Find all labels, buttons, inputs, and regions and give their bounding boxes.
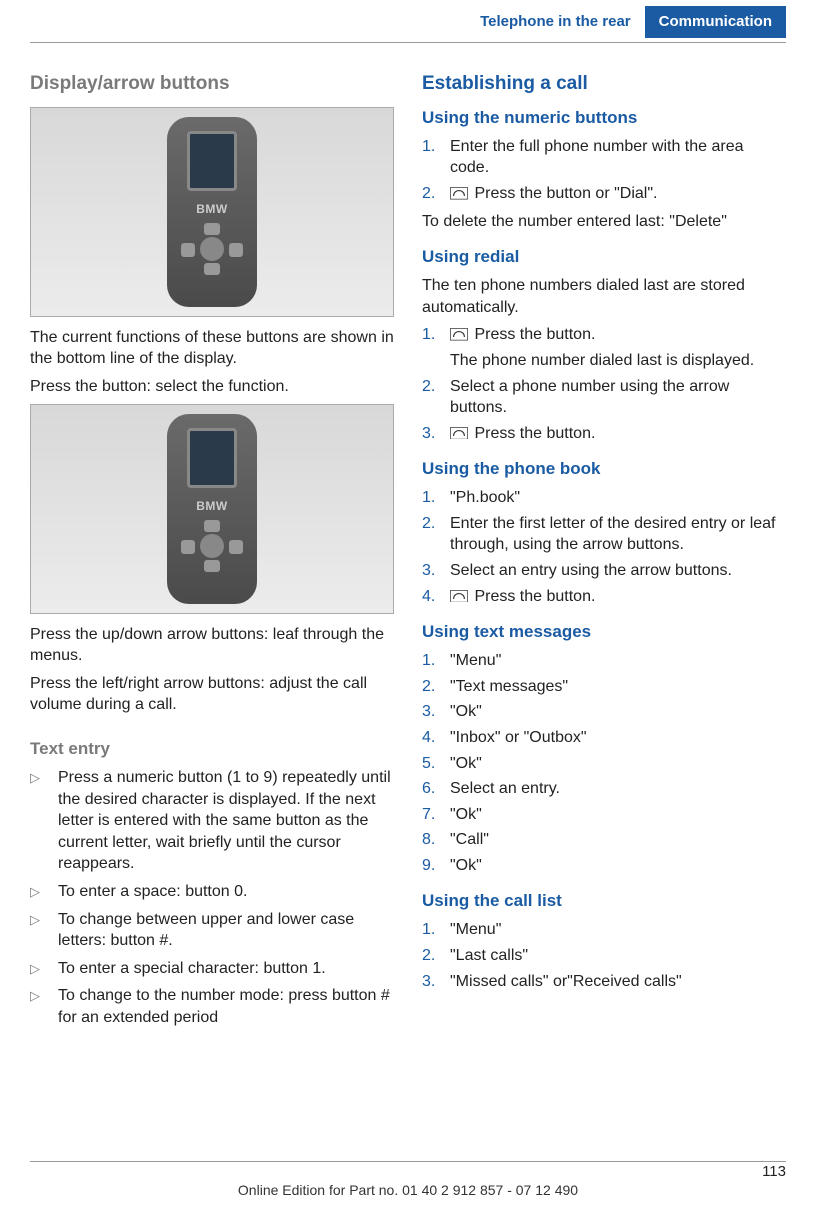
list-item: 1."Menu" bbox=[422, 650, 786, 672]
phone-device: BMW bbox=[167, 117, 257, 307]
left-column: Display/arrow buttons BMW The current fu… bbox=[30, 71, 394, 1034]
header-tab-section: Telephone in the rear bbox=[466, 6, 645, 38]
content: Display/arrow buttons BMW The current fu… bbox=[0, 43, 816, 1034]
list-item: 7."Ok" bbox=[422, 804, 786, 826]
heading-phone-book: Using the phone book bbox=[422, 458, 786, 481]
phone-device: BMW bbox=[167, 414, 257, 604]
list-item: 2.Enter the first letter of the desired … bbox=[422, 513, 786, 556]
list-item: 3."Missed calls" or"Received calls" bbox=[422, 971, 786, 993]
page-number: 113 bbox=[762, 1162, 786, 1182]
step-list: 1.Enter the full phone number with the a… bbox=[422, 136, 786, 205]
handset-icon bbox=[450, 187, 468, 199]
list-item: ▷To enter a space: button 0. bbox=[30, 881, 394, 903]
dpad-icon bbox=[183, 522, 241, 570]
para: The ten phone numbers dialed last are st… bbox=[422, 275, 786, 318]
step-list: 1."Menu" 2."Last calls" 3."Missed calls"… bbox=[422, 919, 786, 992]
footer-text: Online Edition for Part no. 01 40 2 912 … bbox=[0, 1181, 816, 1200]
list-item: 8."Call" bbox=[422, 829, 786, 851]
list-item: 2."Text messages" bbox=[422, 676, 786, 698]
heading-establishing-call: Establishing a call bbox=[422, 71, 786, 97]
illustration-handset-1: BMW bbox=[30, 107, 394, 317]
list-item: 1."Menu" bbox=[422, 919, 786, 941]
list-item: 1."Ph.book" bbox=[422, 487, 786, 509]
list-item: 3."Ok" bbox=[422, 701, 786, 723]
text-entry-list: ▷Press a numeric button (1 to 9) repeate… bbox=[30, 767, 394, 1029]
para: Press the up/down arrow buttons: leaf th… bbox=[30, 624, 394, 667]
phone-brand-label: BMW bbox=[196, 498, 228, 514]
heading-display-arrow: Display/arrow buttons bbox=[30, 71, 394, 97]
list-item: 2."Last calls" bbox=[422, 945, 786, 967]
phone-screen bbox=[187, 131, 237, 191]
dpad-icon bbox=[183, 225, 241, 273]
list-item: 4. Press the button. bbox=[422, 586, 786, 608]
para: The current functions of these buttons a… bbox=[30, 327, 394, 370]
triangle-bullet-icon: ▷ bbox=[30, 767, 58, 875]
list-item: 5."Ok" bbox=[422, 753, 786, 775]
handset-icon bbox=[450, 328, 468, 340]
list-item: ▷To enter a special character: button 1. bbox=[30, 958, 394, 980]
list-item: 3. Press the button. bbox=[422, 423, 786, 445]
step-list: 1."Ph.book" 2.Enter the first letter of … bbox=[422, 487, 786, 607]
phone-screen bbox=[187, 428, 237, 488]
list-item: 6.Select an entry. bbox=[422, 778, 786, 800]
footer-rule bbox=[30, 1161, 786, 1162]
page-header: Telephone in the rear Communication bbox=[0, 0, 816, 38]
list-item: 2. Press the button or "Dial". bbox=[422, 183, 786, 205]
heading-text-entry: Text entry bbox=[30, 738, 394, 761]
triangle-bullet-icon: ▷ bbox=[30, 881, 58, 903]
illustration-handset-2: BMW bbox=[30, 404, 394, 614]
handset-icon bbox=[450, 427, 468, 439]
list-item: ▷To change between upper and lower case … bbox=[30, 909, 394, 952]
para: To delete the number entered last: "Dele… bbox=[422, 211, 786, 233]
list-item: 9."Ok" bbox=[422, 855, 786, 877]
right-column: Establishing a call Using the numeric bu… bbox=[422, 71, 786, 1034]
phone-brand-label: BMW bbox=[196, 201, 228, 217]
triangle-bullet-icon: ▷ bbox=[30, 958, 58, 980]
list-item: ▷To change to the number mode: press but… bbox=[30, 985, 394, 1028]
triangle-bullet-icon: ▷ bbox=[30, 985, 58, 1028]
heading-redial: Using redial bbox=[422, 246, 786, 269]
list-item: 4."Inbox" or "Outbox" bbox=[422, 727, 786, 749]
heading-text-messages: Using text messages bbox=[422, 621, 786, 644]
list-item: 2.Select a phone number using the arrow … bbox=[422, 376, 786, 419]
heading-call-list: Using the call list bbox=[422, 890, 786, 913]
list-item: 1.Enter the full phone number with the a… bbox=[422, 136, 786, 179]
heading-numeric-buttons: Using the numeric buttons bbox=[422, 107, 786, 130]
list-item: 3.Select an entry using the arrow button… bbox=[422, 560, 786, 582]
step-list: 1."Menu" 2."Text messages" 3."Ok" 4."Inb… bbox=[422, 650, 786, 876]
triangle-bullet-icon: ▷ bbox=[30, 909, 58, 952]
para: Press the left/right arrow buttons: adju… bbox=[30, 673, 394, 716]
header-tab-chapter: Communication bbox=[645, 6, 786, 38]
handset-icon bbox=[450, 590, 468, 602]
list-item: 1. Press the button. The phone number di… bbox=[422, 324, 786, 371]
list-item: ▷Press a numeric button (1 to 9) repeate… bbox=[30, 767, 394, 875]
step-list: 1. Press the button. The phone number di… bbox=[422, 324, 786, 444]
para: Press the button: select the function. bbox=[30, 376, 394, 398]
